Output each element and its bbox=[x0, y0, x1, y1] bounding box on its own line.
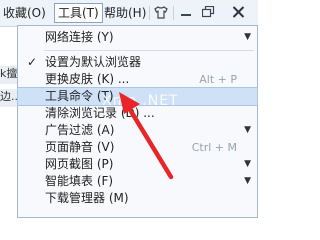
annotation-arrow-icon bbox=[119, 92, 174, 180]
